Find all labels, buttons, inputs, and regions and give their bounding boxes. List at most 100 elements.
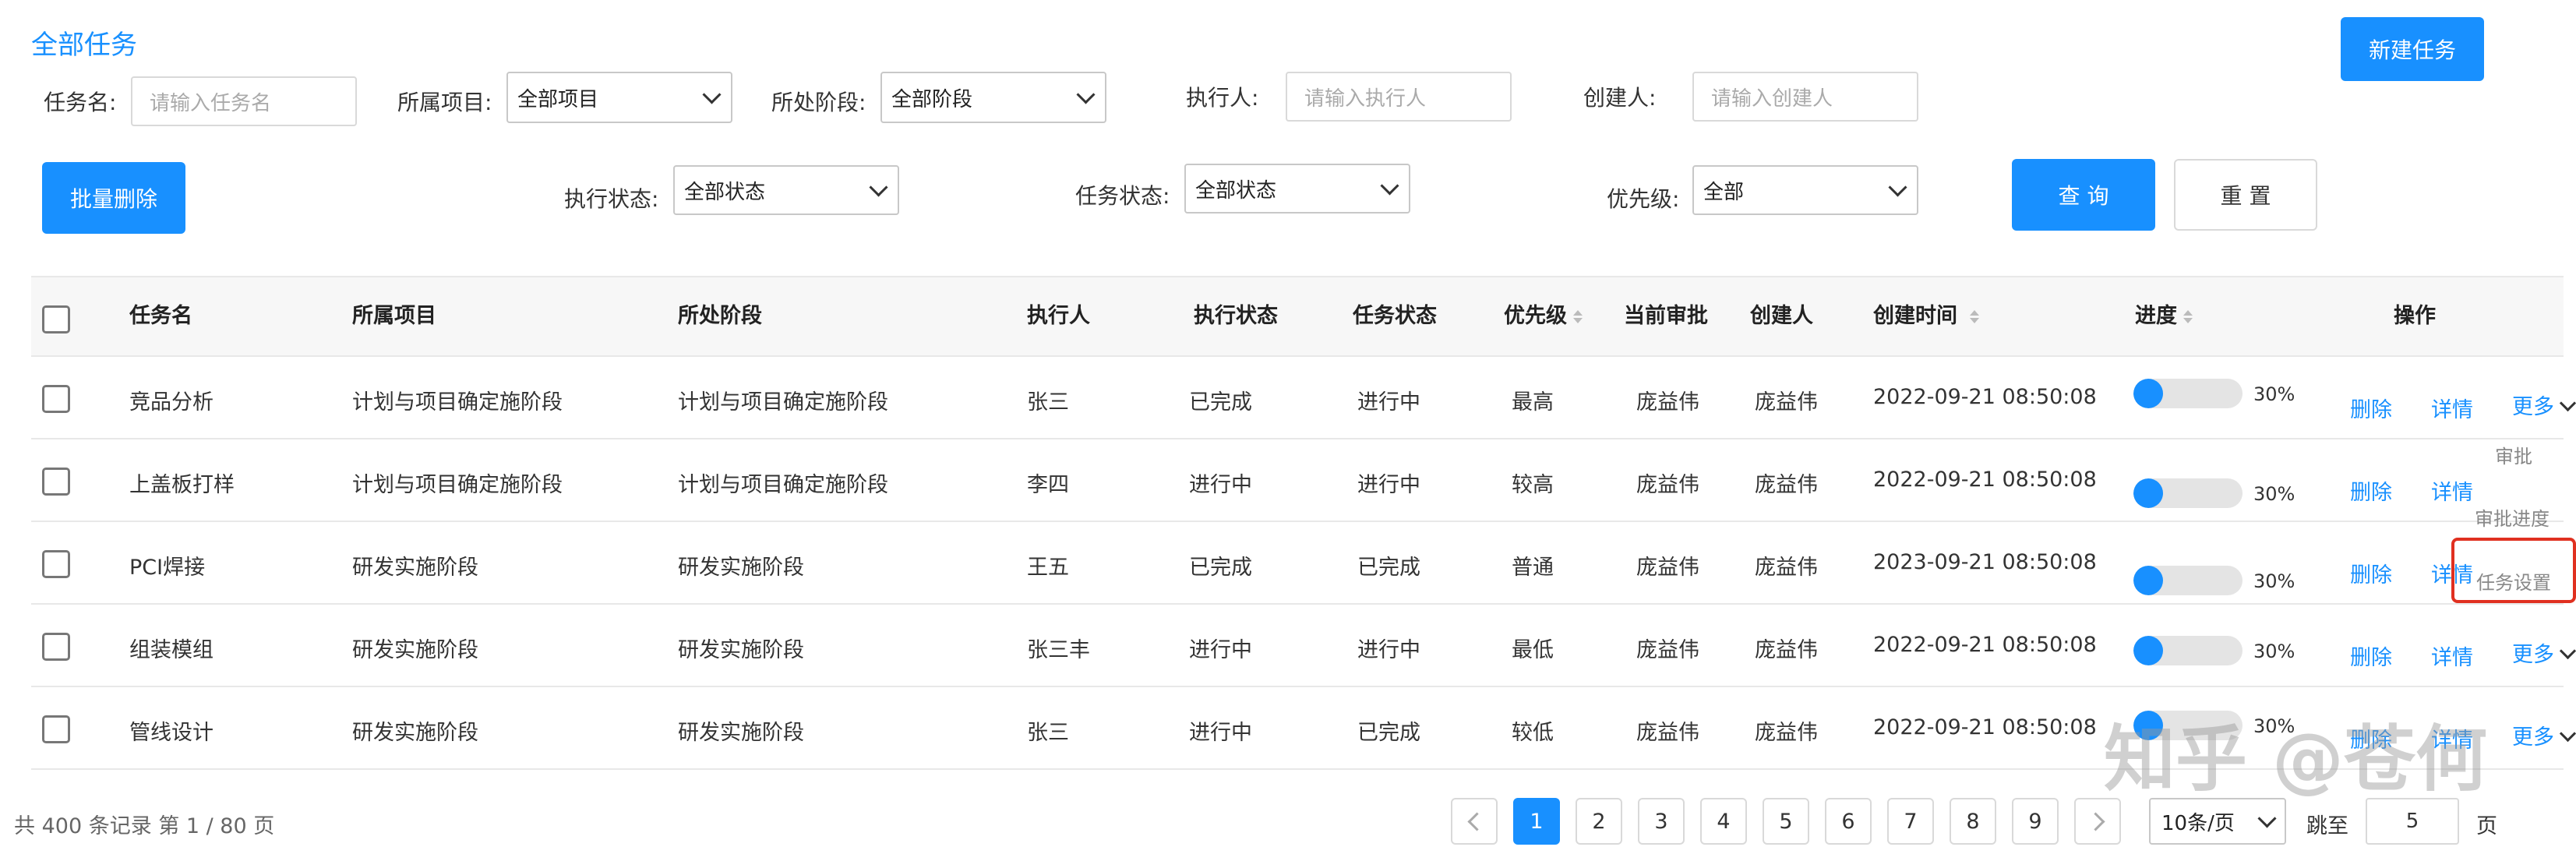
cell-task-status: 进行中: [1357, 638, 1420, 662]
chevron-down-icon: [1888, 177, 1907, 197]
page-size-select[interactable]: 10条/页: [2149, 798, 2286, 845]
cell-task-status: 进行中: [1357, 473, 1420, 497]
cell-stage: 研发实施阶段: [678, 721, 804, 745]
stage-select-value: 全部阶段: [891, 87, 973, 111]
project-select[interactable]: 全部项目: [506, 72, 732, 123]
select-all-checkbox[interactable]: [42, 305, 70, 333]
chevron-down-icon: [1380, 175, 1399, 196]
executor-input[interactable]: 请输入执行人: [1286, 72, 1512, 122]
col-executor: 执行人: [1027, 304, 1090, 328]
col-created[interactable]: 创建时间: [1873, 277, 1979, 355]
col-task-status: 任务状态: [1353, 304, 1437, 328]
row-checkbox[interactable]: [42, 715, 70, 743]
next-page-button[interactable]: [2074, 798, 2121, 845]
project-select-value: 全部项目: [517, 87, 599, 111]
chevron-down-icon: [2559, 394, 2576, 412]
exec-status-label: 执行状态:: [564, 186, 659, 212]
progress-knob: [2133, 636, 2163, 665]
page-title: 全部任务: [31, 30, 137, 61]
menu-item-approve-progress[interactable]: 审批进度: [2475, 503, 2550, 531]
cell-task-name: 上盖板打样: [129, 473, 235, 497]
row-checkbox[interactable]: [42, 633, 70, 661]
exec-status-select[interactable]: 全部状态: [673, 165, 899, 215]
prev-page-button[interactable]: [1451, 798, 1498, 845]
more-link[interactable]: 更多: [2512, 637, 2576, 668]
highlight-box: [2451, 538, 2576, 603]
progress-percent: 30%: [2253, 640, 2295, 662]
sort-icon[interactable]: [2183, 310, 2193, 323]
detail-link[interactable]: 详情: [2431, 640, 2473, 671]
page-button-1[interactable]: 1: [1513, 798, 1560, 845]
page-button-5[interactable]: 5: [1763, 798, 1809, 845]
creator-label: 创建人:: [1583, 85, 1657, 111]
col-progress[interactable]: 进度: [2135, 277, 2193, 355]
reset-button[interactable]: 重 置: [2174, 159, 2317, 231]
progress-percent: 30%: [2253, 383, 2295, 405]
table-header: 任务名 所属项目 所处阶段 执行人 执行状态 任务状态 优先级 当前审批 创建人…: [31, 276, 2564, 357]
delete-link[interactable]: 删除: [2350, 393, 2392, 423]
page-button-9[interactable]: 9: [2012, 798, 2059, 845]
batch-delete-button[interactable]: 批量删除: [42, 162, 185, 234]
col-progress-label: 进度: [2135, 304, 2177, 328]
cell-project: 计划与项目确定施阶段: [352, 473, 563, 497]
chevron-down-icon: [2559, 642, 2576, 660]
cell-priority: 较低: [1512, 721, 1554, 745]
sort-icon[interactable]: [1573, 310, 1583, 323]
page-button-2[interactable]: 2: [1576, 798, 1622, 845]
task-status-select[interactable]: 全部状态: [1184, 164, 1410, 214]
page-button-4[interactable]: 4: [1700, 798, 1747, 845]
more-link[interactable]: 更多: [2512, 390, 2576, 420]
cell-task-status: 已完成: [1357, 556, 1420, 580]
cell-approver: 庞益伟: [1636, 721, 1699, 745]
cell-creator: 庞益伟: [1755, 721, 1818, 745]
cell-exec-status: 进行中: [1189, 721, 1252, 745]
stage-select[interactable]: 全部阶段: [880, 72, 1106, 123]
jump-label: 跳至: [2306, 814, 2348, 838]
cell-stage: 研发实施阶段: [678, 638, 804, 662]
new-task-button[interactable]: 新建任务: [2341, 17, 2484, 81]
progress-knob: [2133, 566, 2163, 595]
creator-input[interactable]: 请输入创建人: [1692, 72, 1918, 122]
jump-page-input[interactable]: 5: [2366, 798, 2459, 845]
page-button-3[interactable]: 3: [1638, 798, 1685, 845]
row-checkbox[interactable]: [42, 385, 70, 413]
page-size-value: 10条/页: [2161, 811, 2235, 835]
query-button[interactable]: 查 询: [2012, 159, 2155, 231]
project-label: 所属项目:: [397, 90, 492, 115]
progress-percent: 30%: [2253, 570, 2295, 592]
task-name-input[interactable]: 请输入任务名: [131, 76, 357, 126]
row-checkbox[interactable]: [42, 468, 70, 496]
page-button-6[interactable]: 6: [1825, 798, 1872, 845]
delete-link[interactable]: 删除: [2350, 475, 2392, 506]
cell-priority: 最高: [1512, 390, 1554, 415]
delete-link[interactable]: 删除: [2350, 558, 2392, 588]
more-label: 更多: [2512, 643, 2554, 667]
page-button-7[interactable]: 7: [1887, 798, 1934, 845]
priority-select[interactable]: 全部: [1692, 165, 1918, 215]
page-button-8[interactable]: 8: [1950, 798, 1996, 845]
cell-priority: 普通: [1512, 556, 1554, 580]
table-row: 竞品分析 计划与项目确定施阶段 计划与项目确定施阶段 张三 已完成 进行中 最高 庞益伟 庞益伟…: [31, 357, 2576, 439]
more-link[interactable]: 更多: [2512, 720, 2576, 750]
menu-item-approve[interactable]: 审批: [2495, 441, 2532, 468]
chevron-left-icon: [1466, 811, 1487, 831]
col-priority[interactable]: 优先级: [1504, 277, 1583, 355]
chevron-right-icon: [2085, 811, 2105, 831]
delete-link[interactable]: 删除: [2350, 640, 2392, 671]
cell-executor: 张三: [1027, 721, 1069, 745]
cell-task-name: PCI焊接: [129, 556, 206, 580]
sort-icon[interactable]: [1970, 310, 1979, 323]
detail-link[interactable]: 详情: [2431, 393, 2473, 423]
cell-created: 2023-09-21 08:50:08: [1873, 550, 2097, 574]
progress-bar: [2133, 566, 2243, 595]
detail-link[interactable]: 详情: [2431, 475, 2473, 506]
cell-executor: 张三: [1027, 390, 1069, 415]
row-checkbox[interactable]: [42, 550, 70, 578]
chevron-down-icon: [2257, 808, 2277, 828]
cell-created: 2022-09-21 08:50:08: [1873, 468, 2097, 492]
progress-bar: [2133, 478, 2243, 508]
page-unit: 页: [2476, 814, 2497, 838]
cell-creator: 庞益伟: [1755, 556, 1818, 580]
col-project: 所属项目: [352, 304, 436, 328]
cell-executor: 王五: [1027, 556, 1069, 580]
